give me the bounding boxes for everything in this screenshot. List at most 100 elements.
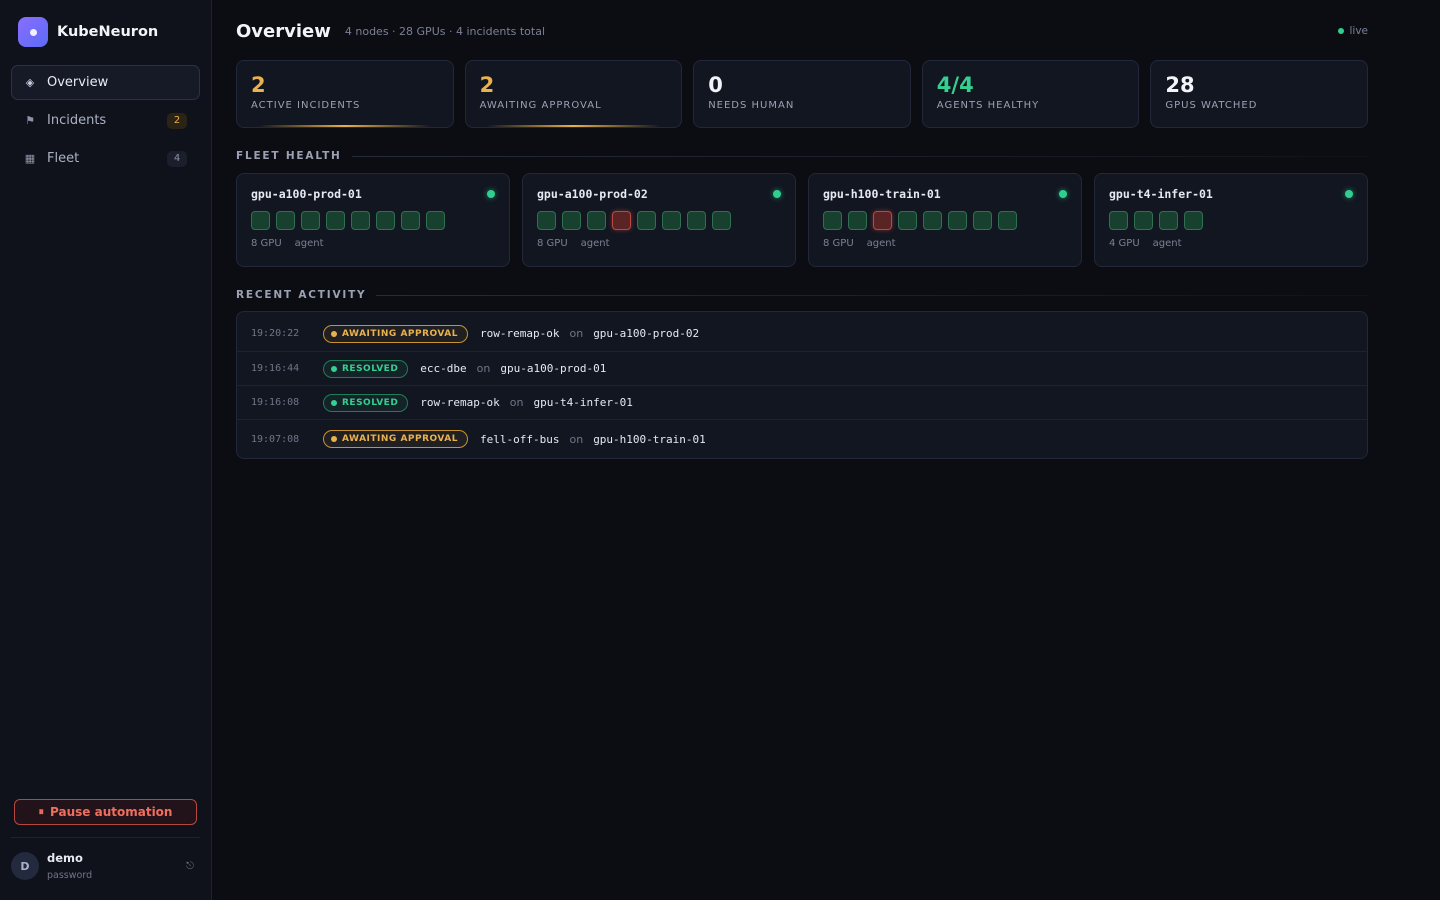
activity-row[interactable]: 19:07:08 AWAITING APPROVAL fell-off-bus … — [237, 420, 1367, 458]
gpu-cell[interactable] — [1134, 211, 1153, 230]
grid-icon: ▦ — [24, 152, 36, 165]
stat-card-needs-human[interactable]: 0 NEEDS HUMAN — [693, 60, 911, 128]
activity-on-label: on — [509, 396, 524, 409]
gpu-cell[interactable] — [537, 211, 556, 230]
stat-card-active-incidents[interactable]: 2 ACTIVE INCIDENTS — [236, 60, 454, 128]
page-header: Overview 4 nodes · 28 GPUs · 4 incidents… — [236, 19, 1368, 43]
gpu-cell[interactable] — [1159, 211, 1178, 230]
status-dot-icon — [331, 436, 337, 442]
avatar[interactable]: D — [11, 852, 39, 880]
activity-check: fell-off-bus — [480, 432, 560, 446]
status-badge: RESOLVED — [323, 393, 409, 412]
activity-row[interactable]: 19:16:44 RESOLVED ecc-dbe on gpu-a100-pr… — [237, 352, 1367, 386]
node-status-dot-icon — [1059, 190, 1067, 198]
gpu-cell[interactable] — [823, 211, 842, 230]
gpu-cell[interactable] — [973, 211, 992, 230]
activity-time: 19:16:08 — [251, 397, 300, 408]
activity-check: row-remap-ok — [480, 327, 560, 340]
gpu-cell[interactable] — [687, 211, 706, 230]
page-subtitle: 4 nodes · 28 GPUs · 4 incidents total — [344, 24, 546, 38]
status-badge: AWAITING APPROVAL — [323, 324, 468, 343]
gpu-cell[interactable] — [898, 211, 917, 230]
status-badge: RESOLVED — [323, 359, 409, 378]
gpu-cell[interactable] — [251, 211, 270, 230]
node-card[interactable]: gpu-t4-infer-01 4 GPU agent — [1094, 173, 1368, 267]
gpu-cell-faulty[interactable] — [612, 211, 631, 230]
gpu-cell[interactable] — [712, 211, 731, 230]
activity-on-label: on — [569, 432, 584, 446]
node-status-dot-icon — [1345, 190, 1353, 198]
gpu-cell[interactable] — [376, 211, 395, 230]
stat-card-awaiting-approval[interactable]: 2 AWAITING APPROVAL — [464, 60, 683, 128]
stat-card-gpus-watched[interactable]: 28 GPUS WATCHED — [1150, 60, 1368, 128]
node-name: gpu-h100-train-01 — [823, 187, 941, 201]
sidebar-item-overview[interactable]: ◈ Overview — [11, 65, 200, 100]
user-subtitle: password — [47, 870, 93, 881]
sidebar-item-label: Overview — [47, 75, 109, 90]
activity-time: 19:07:08 — [251, 433, 300, 445]
node-agent-label: agent — [294, 238, 324, 249]
stat-value: 28 — [1165, 73, 1195, 97]
gpu-cell[interactable] — [426, 211, 445, 230]
node-meta: 8 GPU agent — [251, 238, 495, 249]
user-info: demo password — [47, 851, 186, 881]
gpu-cell[interactable] — [587, 211, 606, 230]
gpu-cell[interactable] — [401, 211, 420, 230]
fleet-health-header: FLEET HEALTH — [236, 150, 1368, 162]
gpu-row — [537, 211, 781, 230]
gpu-cell[interactable] — [351, 211, 370, 230]
node-card[interactable]: gpu-h100-train-01 8 GPU agent — [808, 173, 1082, 267]
stat-label: GPUS WATCHED — [1165, 100, 1258, 111]
gpu-row — [1109, 211, 1353, 230]
sidebar-item-fleet[interactable]: ▦ Fleet 4 — [11, 141, 200, 176]
gpu-cell[interactable] — [1184, 211, 1203, 230]
status-label: RESOLVED — [342, 363, 399, 374]
status-dot-icon — [331, 365, 337, 372]
stat-card-agents-healthy[interactable]: 4/4 AGENTS HEALTHY — [921, 60, 1140, 128]
gpu-cell[interactable] — [662, 211, 681, 230]
stat-label: AWAITING APPROVAL — [479, 100, 602, 111]
node-card[interactable]: gpu-a100-prod-01 8 GPU agent — [236, 173, 510, 267]
status-label: AWAITING APPROVAL — [342, 434, 458, 444]
gpu-row — [823, 211, 1067, 230]
activity-row[interactable]: 19:16:08 RESOLVED row-remap-ok on gpu-t4… — [237, 386, 1367, 420]
gpu-cell[interactable] — [998, 211, 1017, 230]
node-name: gpu-a100-prod-02 — [537, 187, 648, 201]
gpu-cell[interactable] — [1109, 211, 1128, 230]
sidebar-item-incidents[interactable]: ⚑ Incidents 2 — [11, 103, 200, 138]
page-title: Overview — [236, 20, 331, 42]
gpu-cell[interactable] — [637, 211, 656, 230]
sidebar-item-label: Fleet — [47, 151, 80, 166]
activity-node: gpu-h100-train-01 — [593, 432, 706, 446]
node-card[interactable]: gpu-a100-prod-02 8 GPU agent — [522, 173, 796, 267]
gpu-cell[interactable] — [301, 211, 320, 230]
status-label: AWAITING APPROVAL — [342, 328, 458, 339]
gpu-cell-faulty[interactable] — [873, 211, 892, 230]
brand-name: KubeNeuron — [57, 24, 159, 40]
activity-row[interactable]: 19:20:22 AWAITING APPROVAL row-remap-ok … — [237, 312, 1367, 352]
logout-icon[interactable]: ⎋ — [186, 861, 194, 872]
gpu-cell[interactable] — [923, 211, 942, 230]
status-dot-icon — [331, 399, 337, 406]
activity-on-label: on — [569, 327, 584, 340]
sidebar-nav: ◈ Overview ⚑ Incidents 2 ▦ Fleet 4 — [11, 65, 200, 179]
section-divider — [376, 294, 1368, 296]
activity-check: ecc-dbe — [420, 362, 467, 375]
node-status-dot-icon — [773, 190, 781, 198]
stat-label: ACTIVE INCIDENTS — [251, 100, 361, 111]
status-label: RESOLVED — [342, 397, 399, 408]
gpu-cell[interactable] — [326, 211, 345, 230]
gpu-cell[interactable] — [948, 211, 967, 230]
brand[interactable]: KubeNeuron — [18, 17, 158, 47]
recent-activity-header: RECENT ACTIVITY — [236, 289, 1368, 301]
pause-automation-label: Pause automation — [50, 805, 173, 819]
sidebar-divider — [11, 837, 200, 838]
section-title: FLEET HEALTH — [236, 150, 342, 162]
pause-automation-button[interactable]: ⏸ Pause automation — [14, 799, 197, 825]
activity-node: gpu-a100-prod-01 — [500, 362, 607, 375]
node-meta: 8 GPU agent — [537, 238, 781, 249]
gpu-cell[interactable] — [276, 211, 295, 230]
gpu-cell[interactable] — [848, 211, 867, 230]
activity-node: gpu-a100-prod-02 — [593, 327, 700, 340]
gpu-cell[interactable] — [562, 211, 581, 230]
